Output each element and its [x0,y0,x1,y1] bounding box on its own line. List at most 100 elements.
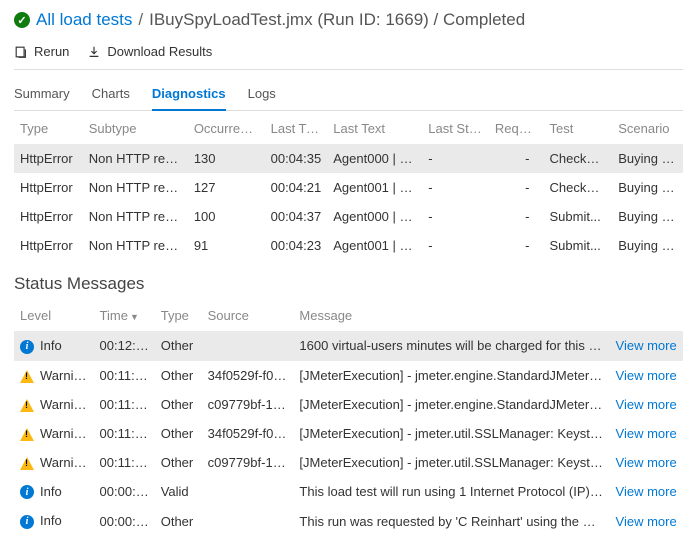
cell-last_stack: - [422,144,489,173]
cell-time: 00:11:09 [94,419,155,448]
table-row[interactable]: HttpErrorNon HTTP respo..13000:04:35Agen… [14,144,683,173]
tab-summary[interactable]: Summary [14,86,70,110]
cell-time: 00:11:09 [94,390,155,419]
breadcrumb-path: IBuySpyLoadTest.jmx (Run ID: 1669) / Com… [149,10,525,30]
cell-time: 00:12:21 [94,331,155,361]
sort-desc-icon: ▼ [130,312,139,322]
breadcrumb: ✓ All load tests / IBuySpyLoadTest.jmx (… [14,10,683,30]
table-row[interactable]: Warning00:11:09Other34f0529f-f03...[JMet… [14,419,683,448]
view-more-link[interactable]: View more [610,331,683,361]
cell-last_stack: - [422,202,489,231]
view-more-link[interactable]: View more [610,448,683,477]
cell-subtype: Non HTTP respo.. [83,231,188,260]
table-row[interactable]: iInfo00:00:01OtherThis run was requested… [14,506,683,536]
cell-source [202,506,294,536]
cell-time: 00:11:09 [94,448,155,477]
diagnostics-table: Type Subtype Occurrences Last Time Last … [14,111,683,260]
download-results-button[interactable]: Download Results [87,44,212,59]
cell-last_time: 00:04:21 [265,173,328,202]
cell-level: Warning [14,390,94,419]
info-icon: i [20,340,34,354]
col-level[interactable]: Level [14,298,94,331]
col-test[interactable]: Test [543,111,612,144]
col-occurrences[interactable]: Occurrences [188,111,265,144]
cell-type: Other [155,361,202,390]
cell-test: Checkou... [543,173,612,202]
cell-time: 00:11:09 [94,361,155,390]
cell-message: [JMeterExecution] - jmeter.engine.Standa… [293,361,609,390]
cell-message: 1600 virtual-users minutes will be charg… [293,331,609,361]
view-more-link[interactable]: View more [610,361,683,390]
tab-diagnostics[interactable]: Diagnostics [152,86,226,111]
breadcrumb-separator: / [138,10,143,30]
view-more-link[interactable]: View more [610,506,683,536]
col-last-stack[interactable]: Last Stack [422,111,489,144]
warning-icon [20,457,34,470]
cell-type: HttpError [14,144,83,173]
col-viewmore [610,298,683,331]
cell-type: HttpError [14,173,83,202]
cell-time: 00:00:01 [94,506,155,536]
cell-source [202,331,294,361]
cell-occ: 100 [188,202,265,231]
warning-icon [20,399,34,412]
cell-scenario: Buying Us... [612,144,683,173]
cell-type: Other [155,448,202,477]
cell-source: 34f0529f-f03... [202,361,294,390]
view-more-link[interactable]: View more [610,390,683,419]
table-row[interactable]: Warning00:11:09Other34f0529f-f03...[JMet… [14,361,683,390]
cell-occ: 130 [188,144,265,173]
rerun-label: Rerun [34,44,69,59]
col-message[interactable]: Message [293,298,609,331]
cell-request: - [489,173,544,202]
cell-test: Checkou... [543,144,612,173]
cell-type: HttpError [14,202,83,231]
cell-occ: 127 [188,173,265,202]
col-last-time[interactable]: Last Time [265,111,328,144]
status-messages-table: Level Time▼ Type Source Message iInfo00:… [14,298,683,536]
cell-last_time: 00:04:37 [265,202,328,231]
cell-test: Submit... [543,231,612,260]
col-last-text[interactable]: Last Text [327,111,422,144]
view-more-link[interactable]: View more [610,419,683,448]
cell-last_text: Agent000 | Buy... [327,202,422,231]
table-row[interactable]: HttpErrorNon HTTP respo..9100:04:23Agent… [14,231,683,260]
col-source[interactable]: Source [202,298,294,331]
status-completed-icon: ✓ [14,12,30,28]
cell-request: - [489,202,544,231]
col-subtype[interactable]: Subtype [83,111,188,144]
breadcrumb-root-link[interactable]: All load tests [36,10,132,30]
cell-last_time: 00:04:35 [265,144,328,173]
cell-level: iInfo [14,506,94,536]
table-row[interactable]: Warning00:11:09Otherc09779bf-166...[JMet… [14,390,683,419]
rerun-icon [14,45,28,59]
col-type[interactable]: Type [14,111,83,144]
tab-charts[interactable]: Charts [92,86,130,110]
cell-type: Other [155,390,202,419]
cell-source: 34f0529f-f03... [202,419,294,448]
table-row[interactable]: HttpErrorNon HTTP respo..10000:04:37Agen… [14,202,683,231]
table-row[interactable]: Warning00:11:09Otherc09779bf-166...[JMet… [14,448,683,477]
cell-type: HttpError [14,231,83,260]
cell-level: iInfo [14,331,94,361]
cell-subtype: Non HTTP respo.. [83,202,188,231]
warning-icon [20,428,34,441]
cell-last_text: Agent001 | Buy... [327,173,422,202]
col-time[interactable]: Time▼ [94,298,155,331]
col-scenario[interactable]: Scenario [612,111,683,144]
warning-icon [20,370,34,383]
col-type2[interactable]: Type [155,298,202,331]
cell-last_time: 00:04:23 [265,231,328,260]
table-row[interactable]: iInfo00:12:21Other1600 virtual-users min… [14,331,683,361]
cell-last_text: Agent001 | Buy... [327,231,422,260]
cell-scenario: Buying Us... [612,173,683,202]
toolbar: Rerun Download Results [14,44,683,70]
cell-test: Submit... [543,202,612,231]
tab-logs[interactable]: Logs [248,86,276,110]
cell-message: [JMeterExecution] - jmeter.util.SSLManag… [293,419,609,448]
cell-type: Other [155,506,202,536]
col-request[interactable]: Request [489,111,544,144]
table-row[interactable]: HttpErrorNon HTTP respo..12700:04:21Agen… [14,173,683,202]
cell-level: Warning [14,419,94,448]
rerun-button[interactable]: Rerun [14,44,69,59]
